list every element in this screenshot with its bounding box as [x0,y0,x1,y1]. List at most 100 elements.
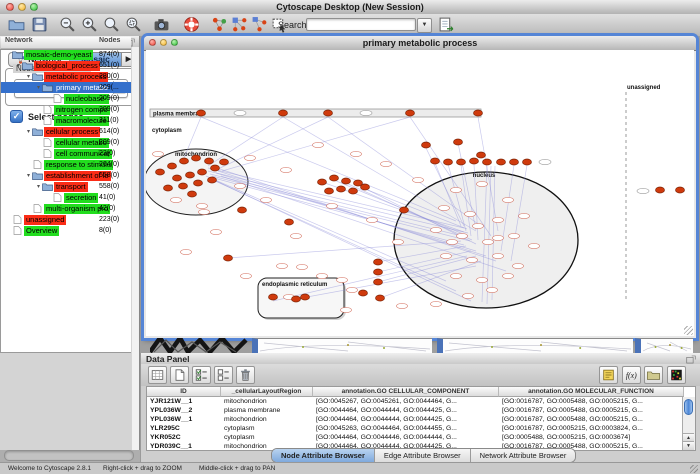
graph-node[interactable] [361,184,370,190]
graph-node[interactable] [318,179,327,185]
tree-row[interactable]: ▾transport558(0) [1,181,131,192]
import-attributes-folder-icon[interactable] [644,366,663,384]
network-window-titlebar[interactable]: primary metabolic process [144,36,696,51]
zoom-fit-icon[interactable] [103,16,121,34]
graph-node[interactable] [279,110,288,116]
graph-node[interactable] [406,110,415,116]
small-node-label[interactable] [529,243,540,248]
small-node-label[interactable] [337,277,348,282]
graph-node[interactable] [156,169,165,175]
graph-node[interactable] [444,159,453,165]
graph-node[interactable] [224,255,233,261]
annotation-note-icon[interactable] [599,366,618,384]
graph-node[interactable] [186,172,195,178]
small-gray-label[interactable] [234,110,246,115]
small-node-label[interactable] [199,209,210,214]
table-row[interactable]: YPL036W__1mitochondrion[GO:0044464, GO:0… [147,415,684,424]
tree-row[interactable]: ▾primary metabo209(... [1,82,131,93]
small-node-label[interactable] [235,183,246,188]
network-resize-grip[interactable] [684,326,693,335]
small-node-label[interactable] [473,223,484,228]
graph-node[interactable] [168,163,177,169]
small-node-label[interactable] [317,273,328,278]
small-node-label[interactable] [503,197,514,202]
table-row[interactable]: YLR295Ccytoplasm[GO:0045263, GO:0044464,… [147,424,684,433]
graph-edge[interactable] [218,117,328,169]
graph-node[interactable] [477,152,486,158]
small-node-label[interactable] [281,167,292,172]
float-data-panel-icon[interactable] [686,355,696,364]
expander-icon[interactable]: ▾ [25,73,32,80]
graph-node[interactable] [205,158,214,164]
tree-row[interactable]: macromolecule311(0) [1,115,131,126]
graph-node[interactable] [211,165,220,171]
graph-node[interactable] [523,159,532,165]
graph-node[interactable] [422,142,431,148]
graph-edge[interactable] [283,117,476,231]
attribute-grid-icon[interactable] [148,366,167,384]
small-node-label[interactable] [171,197,182,202]
graph-node[interactable] [457,159,466,165]
graph-node[interactable] [208,177,217,183]
tree-row[interactable]: mosaic-demo-yeast874(0) [1,49,131,60]
small-node-label[interactable] [261,197,272,202]
small-node-label[interactable] [451,187,462,192]
search-dropdown-arrow[interactable]: ▼ [417,18,432,33]
tree-row[interactable]: ▾cellular process614(0) [1,126,131,137]
expander-icon[interactable]: ▾ [35,183,42,190]
small-node-label[interactable] [341,307,352,312]
tree-row[interactable]: secretion41(0) [1,192,131,203]
tree-row[interactable]: ▾establishment of lo558(0) [1,170,131,181]
small-node-label[interactable] [463,293,474,298]
zoom-out-icon[interactable] [59,16,77,34]
small-node-label[interactable] [431,301,442,306]
small-node-label[interactable] [465,211,476,216]
graph-node[interactable] [470,158,479,164]
small-gray-label[interactable] [637,188,649,193]
graph-node[interactable] [374,279,383,285]
small-gray-label[interactable] [360,110,372,115]
graph-node[interactable] [194,180,203,186]
graph-node[interactable] [483,159,492,165]
graph-node[interactable] [349,188,358,194]
tree-row[interactable]: nucleobase-209(0) [1,93,131,104]
small-node-label[interactable] [313,142,324,147]
graph-node[interactable] [164,185,173,191]
graph-node[interactable] [330,175,339,181]
vizmapper-icon[interactable] [211,16,229,34]
graph-node[interactable] [656,187,665,193]
graph-node[interactable] [238,207,247,213]
small-node-label[interactable] [509,233,520,238]
zoom-selected-icon[interactable] [125,16,143,34]
small-node-label[interactable] [439,205,450,210]
expander-icon[interactable]: ▾ [35,84,42,91]
small-node-label[interactable] [351,151,362,156]
zoom-in-icon[interactable] [81,16,99,34]
tab-node-attribute-browser[interactable]: Node Attribute Browser [272,449,375,462]
tree-row[interactable]: cellular metabo209(0) [1,137,131,148]
graph-node[interactable] [376,295,385,301]
tree-row[interactable]: unassigned223(0) [1,214,131,225]
network-canvas[interactable]: plasma membranecytoplasmmitochondrionnuc… [146,50,694,336]
tree-row[interactable]: response to stimulu264(0) [1,159,131,170]
table-column-header[interactable]: annotation.GO CELLULAR_COMPONENT [313,387,499,397]
tree-row[interactable]: ▾biological_process651(0) [1,60,131,71]
graph-node[interactable] [192,155,201,161]
graph-node[interactable] [292,296,301,302]
graph-node[interactable] [454,139,463,145]
matrix-icon[interactable] [667,366,686,384]
formula-icon[interactable]: f(x) [622,366,641,384]
new-attribute-icon[interactable] [170,366,189,384]
import-table-icon[interactable] [438,16,456,34]
small-node-label[interactable] [241,273,252,278]
small-node-label[interactable] [397,303,408,308]
small-node-label[interactable] [347,287,358,292]
table-row[interactable]: YJR121W__1mitochondrion[GO:0045267, GO:0… [147,397,684,406]
snapshot-camera-icon[interactable] [153,16,171,34]
unselect-attributes-icon[interactable] [214,366,233,384]
expander-icon[interactable]: ▾ [25,128,32,135]
layout-icon-2[interactable] [251,16,269,34]
tab-edge-attribute-browser[interactable]: Edge Attribute Browser [375,449,471,462]
tab-network-attribute-browser[interactable]: Network Attribute Browser [471,449,576,462]
graph-node[interactable] [359,290,368,296]
